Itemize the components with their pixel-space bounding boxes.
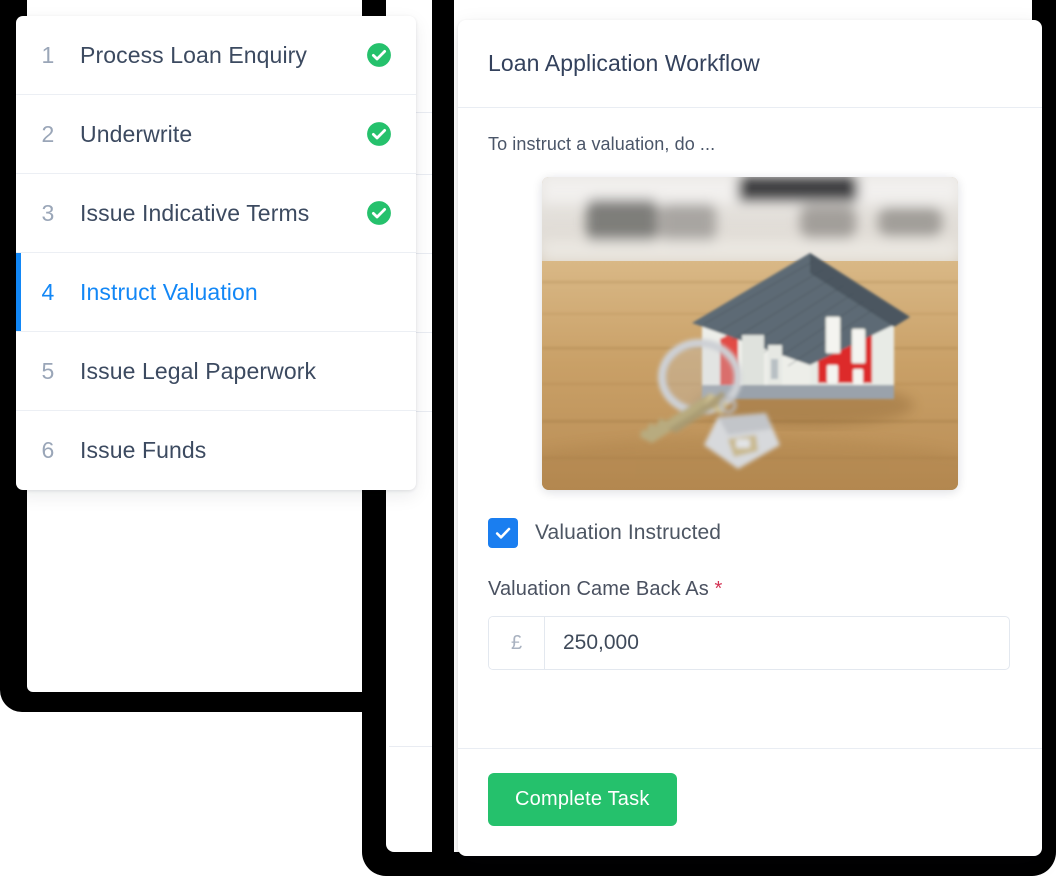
step-label: Underwrite xyxy=(80,120,193,147)
valuation-amount-label-text: Valuation Came Back As xyxy=(488,578,709,600)
checkbox-label: Valuation Instructed xyxy=(535,521,722,544)
task-detail-panel: Loan Application Workflow To instruct a … xyxy=(458,20,1042,856)
window-frame-divider xyxy=(432,0,454,876)
step-number: 3 xyxy=(41,199,55,226)
step-number: 1 xyxy=(41,41,55,68)
step-label: Issue Legal Paperwork xyxy=(80,357,317,384)
task-panel-header: Loan Application Workflow xyxy=(458,20,1042,108)
check-circle-icon xyxy=(366,200,392,226)
checkbox-checked-icon[interactable] xyxy=(488,518,518,548)
step-number: 6 xyxy=(41,437,55,463)
step-label: Issue Funds xyxy=(80,437,207,463)
step-number: 2 xyxy=(41,120,55,147)
task-instruction-text: To instruct a valuation, do ... xyxy=(488,134,716,154)
step-label: Instruct Valuation xyxy=(80,278,258,305)
sidebar-item-underwrite[interactable]: 2 Underwrite xyxy=(16,95,416,174)
sidebar-item-issue-indicative-terms[interactable]: 3 Issue Indicative Terms xyxy=(16,174,416,253)
valuation-amount-label: Valuation Came Back As * xyxy=(488,578,1012,601)
task-panel-body: To instruct a valuation, do ... Valuatio… xyxy=(458,108,1042,749)
workflow-steps-panel: 1 Process Loan Enquiry 2 Underwrite 3 Is… xyxy=(16,16,416,490)
task-panel-footer: Complete Task xyxy=(458,749,1042,856)
house-model-illustration xyxy=(542,177,958,490)
house-model-with-keys-photo xyxy=(542,177,958,490)
sidebar-item-process-loan-enquiry[interactable]: 1 Process Loan Enquiry xyxy=(16,16,416,95)
required-marker: * xyxy=(714,578,723,600)
complete-task-button[interactable]: Complete Task xyxy=(488,773,677,826)
step-label: Issue Indicative Terms xyxy=(80,199,310,226)
step-label: Process Loan Enquiry xyxy=(80,41,308,68)
step-number: 5 xyxy=(41,357,55,384)
screenshot-stage: 1 Process Loan Enquiry 2 Underwrite 3 Is… xyxy=(0,0,1056,876)
background-panel-rule xyxy=(389,746,433,747)
active-step-indicator xyxy=(16,253,21,331)
valuation-amount-input-group[interactable]: £ xyxy=(488,616,1010,670)
currency-prefix: £ xyxy=(489,617,545,669)
sidebar-item-issue-legal-paperwork[interactable]: 5 Issue Legal Paperwork xyxy=(16,332,416,411)
step-number: 4 xyxy=(41,278,55,305)
valuation-amount-input[interactable] xyxy=(545,617,1009,669)
page-title: Loan Application Workflow xyxy=(488,50,760,76)
valuation-instructed-checkbox-row[interactable]: Valuation Instructed xyxy=(488,518,1012,548)
sidebar-item-instruct-valuation[interactable]: 4 Instruct Valuation xyxy=(16,253,416,332)
check-circle-icon xyxy=(366,121,392,147)
check-circle-icon xyxy=(366,42,392,68)
task-image-container xyxy=(488,177,1012,490)
sidebar-item-issue-funds[interactable]: 6 Issue Funds xyxy=(16,411,416,490)
